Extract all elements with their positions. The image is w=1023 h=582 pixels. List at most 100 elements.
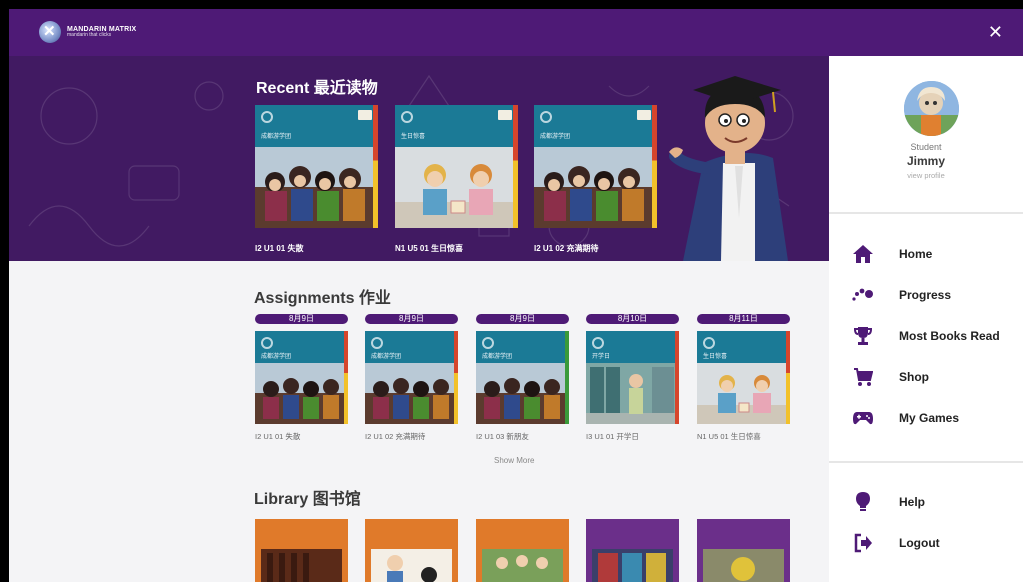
library-book-cover[interactable] bbox=[255, 519, 348, 582]
logo-text: MANDARIN MATRIX mandarin that clicks bbox=[67, 26, 136, 38]
recent-book-caption: I2 U1 01 失散 bbox=[255, 244, 304, 253]
assignment-book-cover[interactable]: 成都游学团 bbox=[365, 331, 458, 424]
crowd-illustration bbox=[534, 147, 657, 228]
assignment-book-cover[interactable]: 成都游学团 bbox=[476, 331, 569, 424]
view-profile-link[interactable]: view profile bbox=[829, 171, 1023, 180]
cover-title: 开学日 bbox=[592, 353, 611, 360]
library-illustration bbox=[261, 549, 342, 582]
app-window: MANDARIN MATRIX mandarin that clicks ✕ R… bbox=[9, 9, 1023, 582]
book-spine bbox=[565, 331, 569, 424]
book-spine bbox=[373, 105, 378, 228]
divider bbox=[829, 212, 1023, 214]
menu-item-home[interactable]: Home bbox=[829, 239, 1023, 269]
library-illustration bbox=[703, 549, 784, 582]
recent-book-cover[interactable]: 成都游学团 bbox=[534, 105, 657, 228]
cover-title: 成都游学团 bbox=[482, 353, 513, 360]
crowd-illustration bbox=[365, 363, 458, 424]
assignment-caption: N1 U5 01 生日惊喜 bbox=[697, 432, 761, 441]
gift-illustration bbox=[697, 363, 790, 424]
show-more-link[interactable]: Show More bbox=[494, 456, 534, 465]
assignment-caption: I3 U1 01 开学日 bbox=[586, 432, 639, 441]
cover-title: 成都游学团 bbox=[540, 133, 571, 140]
home-icon bbox=[851, 242, 875, 266]
recent-book-cover[interactable]: 成都游学团 bbox=[255, 105, 378, 228]
crowd-illustration bbox=[255, 147, 378, 228]
cart-icon bbox=[851, 365, 875, 389]
library-book-cover[interactable] bbox=[586, 519, 679, 582]
profile-sidebar: Student Jimmy view profile Home Progress… bbox=[829, 56, 1023, 582]
gift-illustration bbox=[395, 147, 518, 228]
menu-item-my-games[interactable]: My Games bbox=[829, 403, 1023, 433]
logo-mark-icon bbox=[39, 21, 61, 43]
mascot-character bbox=[669, 76, 788, 261]
menu-label: My Games bbox=[899, 411, 960, 425]
assignment-book-cover[interactable]: 开学日 bbox=[586, 331, 679, 424]
publisher-logo-icon bbox=[703, 337, 715, 349]
publisher-logo-icon bbox=[482, 337, 494, 349]
publisher-logo-icon bbox=[592, 337, 604, 349]
level-badge bbox=[498, 110, 512, 120]
menu-item-help[interactable]: Help bbox=[829, 487, 1023, 517]
due-date-pill: 8月11日 bbox=[697, 314, 790, 324]
avatar-illustration bbox=[904, 81, 959, 136]
menu-label: Most Books Read bbox=[899, 329, 1000, 343]
menu-item-most-books-read[interactable]: Most Books Read bbox=[829, 321, 1023, 351]
recent-book-caption: I2 U1 02 充满期待 bbox=[534, 244, 599, 253]
assignment-book-cover[interactable]: 生日惊喜 bbox=[697, 331, 790, 424]
library-book-cover[interactable] bbox=[697, 519, 790, 582]
progress-icon bbox=[851, 283, 875, 307]
top-bar: MANDARIN MATRIX mandarin that clicks ✕ bbox=[9, 9, 1023, 56]
publisher-logo-icon bbox=[261, 337, 273, 349]
due-date-pill: 8月9日 bbox=[255, 314, 348, 324]
logo-subtitle: mandarin that clicks bbox=[67, 32, 112, 38]
book-spine bbox=[454, 331, 458, 424]
due-date-pill: 8月9日 bbox=[476, 314, 569, 324]
level-badge bbox=[358, 110, 372, 120]
menu-label: Logout bbox=[899, 536, 940, 550]
cover-title: 成都游学团 bbox=[261, 353, 292, 360]
menu-item-shop[interactable]: Shop bbox=[829, 362, 1023, 392]
menu-item-progress[interactable]: Progress bbox=[829, 280, 1023, 310]
library-book-cover[interactable] bbox=[365, 519, 458, 582]
book-spine bbox=[652, 105, 657, 228]
menu-item-logout[interactable]: Logout bbox=[829, 528, 1023, 558]
user-name: Jimmy bbox=[906, 154, 946, 168]
user-role: Student bbox=[910, 142, 942, 152]
recent-section: Recent 最近读物 成都游学团 I2 U1 01 失散 生日惊喜 N1 U5… bbox=[9, 56, 829, 261]
crowd-illustration bbox=[255, 363, 348, 424]
library-title: Library 图书馆 bbox=[254, 491, 361, 508]
app-logo[interactable]: MANDARIN MATRIX mandarin that clicks bbox=[39, 21, 136, 43]
assignment-book-cover[interactable]: 成都游学团 bbox=[255, 331, 348, 424]
assignment-caption: I2 U1 02 充满期待 bbox=[365, 432, 426, 441]
menu-label: Shop bbox=[899, 370, 929, 384]
recent-book-caption: N1 U5 01 生日惊喜 bbox=[395, 244, 464, 253]
menu-label: Progress bbox=[899, 288, 952, 302]
library-book-cover[interactable] bbox=[476, 519, 569, 582]
due-date-pill: 8月9日 bbox=[365, 314, 458, 324]
book-spine bbox=[513, 105, 518, 228]
gamepad-icon bbox=[851, 406, 875, 430]
publisher-logo-icon bbox=[401, 111, 413, 123]
book-spine bbox=[675, 331, 679, 424]
level-badge bbox=[637, 110, 651, 120]
publisher-logo-icon bbox=[371, 337, 383, 349]
recent-book-cover[interactable]: 生日惊喜 bbox=[395, 105, 518, 228]
hallway-illustration bbox=[586, 363, 679, 424]
cover-title: 生日惊喜 bbox=[703, 353, 728, 360]
close-icon[interactable]: ✕ bbox=[988, 22, 1003, 43]
library-illustration bbox=[371, 549, 452, 582]
cover-title: 成都游学团 bbox=[261, 133, 292, 140]
due-date-pill: 8月10日 bbox=[586, 314, 679, 324]
library-illustration bbox=[592, 549, 673, 582]
avatar[interactable] bbox=[904, 81, 959, 136]
lightbulb-icon bbox=[851, 490, 875, 514]
library-illustration bbox=[482, 549, 563, 582]
cover-title: 成都游学团 bbox=[371, 353, 402, 360]
cover-title: 生日惊喜 bbox=[401, 133, 426, 140]
assignments-title: Assignments 作业 bbox=[254, 290, 391, 307]
assignment-caption: I2 U1 03 新朋友 bbox=[476, 432, 529, 441]
publisher-logo-icon bbox=[540, 111, 552, 123]
book-spine bbox=[786, 331, 790, 424]
logout-icon bbox=[851, 531, 875, 555]
publisher-logo-icon bbox=[261, 111, 273, 123]
